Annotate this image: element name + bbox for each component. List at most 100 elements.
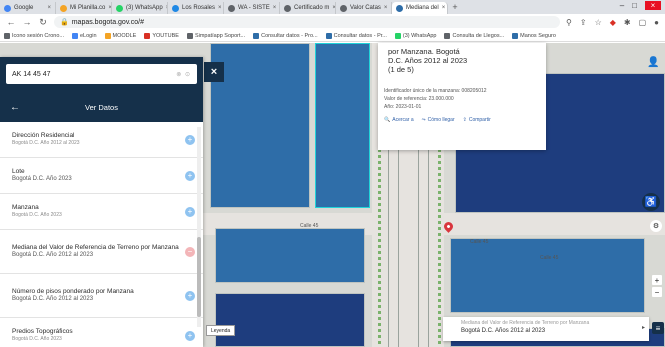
bookmark-item[interactable]: Icono sesión Crono... [4, 32, 64, 39]
tab-certificado[interactable]: Certificado m × [280, 2, 336, 14]
layer-item-lote[interactable]: Lote Bogotá D.C. Año 2023 + [0, 158, 203, 194]
active-layer-card[interactable]: Mediana del Valor de Referencia de Terre… [443, 317, 649, 341]
clear-search-icon[interactable]: ⊗ ⊙ [176, 71, 191, 78]
share-icon: ⇪ [462, 117, 467, 123]
url-input[interactable]: 🔒 mapas.bogota.gov.co/# [54, 16, 560, 28]
layer-item-direccion[interactable]: Dirección Residencial Bogotá D.C. Año 201… [0, 122, 203, 158]
layer-item-mediana[interactable]: Mediana del Valor de Referencia de Terre… [0, 230, 203, 274]
back-arrow-icon[interactable]: ← [6, 17, 16, 27]
tab-rosales[interactable]: Los Rosales × [168, 2, 224, 14]
profile-avatar-icon[interactable]: ● [654, 18, 659, 27]
user-profile-icon[interactable]: 👤 [647, 57, 661, 71]
layer-item-predios[interactable]: Predios Topográficos Bogotá D.C. Año 2023… [0, 318, 203, 347]
globe-favicon-icon [228, 4, 235, 12]
close-tab-icon[interactable]: × [442, 5, 446, 11]
map-block[interactable] [215, 293, 365, 347]
bookmark-item[interactable]: Consultar datos - Pro... [253, 32, 318, 39]
street-label: Calle 45 [540, 255, 559, 261]
forward-arrow-icon[interactable]: → [22, 17, 32, 27]
star-icon[interactable]: ☆ [595, 18, 602, 27]
bookmarks-bar: Icono sesión Crono... eLogin MOODLE YOUT… [0, 30, 665, 42]
close-panel-button[interactable]: × [204, 62, 224, 82]
search-header: AK 14 45 47 ⊗ ⊙ [0, 57, 203, 92]
bookmark-icon [394, 32, 401, 39]
bookmark-icon [186, 32, 193, 39]
extension-icon[interactable]: ◆ [610, 18, 616, 27]
add-layer-icon[interactable]: + [185, 330, 195, 341]
address-search-input[interactable]: AK 14 45 47 ⊗ ⊙ [6, 64, 197, 84]
data-panel: AK 14 45 47 ⊗ ⊙ ← Ver Datos Dirección Re… [0, 57, 203, 347]
tab-planilla[interactable]: Mi Planilla.co × [56, 2, 112, 14]
window-controls: – □ × [620, 1, 661, 10]
bookmark-item[interactable]: YOUTUBE [144, 32, 179, 39]
close-tab-icon[interactable]: × [47, 5, 51, 11]
maximize-icon[interactable]: □ [632, 1, 637, 10]
share-button[interactable]: ⇪ Compartir [463, 117, 491, 123]
window-close-icon[interactable]: × [645, 1, 661, 10]
chevron-right-icon[interactable]: ▸ [642, 324, 645, 331]
zoom-to-button[interactable]: 🔍 Acercar a [384, 117, 414, 123]
bookmark-item[interactable]: Simpatíapp Soport... [186, 32, 245, 39]
legend-button[interactable]: Leyenda [206, 325, 236, 336]
tab-google[interactable]: Google × [0, 2, 56, 14]
bookmark-item[interactable]: eLogin [71, 32, 97, 39]
map-block[interactable] [215, 228, 365, 283]
remove-layer-icon[interactable]: − [185, 246, 195, 257]
bookmark-item[interactable]: Manos Seguro [512, 32, 556, 39]
map-tools-icon[interactable]: ⚙ [650, 220, 662, 232]
map-block[interactable] [450, 238, 645, 313]
accessibility-icon[interactable]: ♿ [642, 193, 660, 211]
bookmark-item[interactable]: (3) WhatsApp [394, 32, 436, 39]
scrollbar-thumb[interactable] [197, 237, 201, 317]
layers-icon[interactable]: ≡ [652, 322, 664, 334]
address-bar: ← → ↻ 🔒 mapas.bogota.gov.co/# ⚲ ⇪ ☆ ◆ ✱ … [0, 14, 665, 30]
layer-item-pisos[interactable]: Número de pisos ponderado por Manzana Bog… [0, 274, 203, 318]
layer-item-manzana[interactable]: Manzana Bogotá D.C. Año 2023 + [0, 194, 203, 230]
puzzle-icon[interactable]: ✱ [624, 18, 631, 27]
selected-map-block[interactable] [315, 43, 370, 208]
popup-field-value: Valor de referencia: 23.000.000 [384, 96, 454, 102]
location-icon[interactable]: ⚲ [566, 18, 572, 27]
directions-icon: ⤳ [421, 117, 426, 123]
popup-field-identifier: Identificador único de la manzana: 00820… [384, 88, 487, 94]
tab-valor-catastral[interactable]: Valor Catas × [336, 2, 392, 14]
map-favicon-icon [396, 4, 403, 12]
back-arrow-icon[interactable]: ← [10, 102, 24, 113]
globe-favicon-icon [284, 4, 291, 12]
bookmark-icon [444, 32, 451, 39]
google-favicon-icon [4, 4, 11, 12]
toolbar-icons: ⚲ ⇪ ☆ ◆ ✱ ▢ ● [566, 18, 659, 27]
tab-mediana[interactable]: Mediana del × [392, 2, 448, 14]
lock-icon: 🔒 [60, 19, 69, 26]
sidepanel-icon[interactable]: ▢ [639, 18, 647, 27]
tree-row [438, 143, 441, 347]
street-label: Calle 45 [300, 223, 319, 229]
add-layer-icon[interactable]: + [185, 290, 195, 301]
map-block[interactable] [210, 43, 310, 208]
minimize-icon[interactable]: – [620, 1, 624, 10]
bookmark-item[interactable]: Consulta de Llegos... [444, 32, 504, 39]
close-tab-icon[interactable]: × [218, 5, 222, 11]
popup-title: por Manzana. Bogotá [388, 47, 460, 56]
planilla-favicon-icon [60, 4, 67, 12]
close-tab-icon[interactable]: × [273, 5, 277, 11]
bookmark-item[interactable]: MOODLE [104, 32, 136, 39]
close-tab-icon[interactable]: × [384, 5, 388, 11]
bookmark-item[interactable]: Consultar datos - Pr... [325, 32, 387, 39]
add-layer-icon[interactable]: + [185, 170, 195, 181]
globe-favicon-icon [340, 4, 347, 12]
panel-scrollbar[interactable] [197, 127, 201, 327]
bookmark-icon [253, 32, 260, 39]
tab-siste[interactable]: WA - SISTE × [224, 2, 280, 14]
reload-icon[interactable]: ↻ [38, 17, 48, 28]
tab-whatsapp[interactable]: (3) WhatsApp× [112, 2, 168, 14]
panel-header: ← Ver Datos [0, 92, 203, 122]
add-layer-icon[interactable]: + [185, 134, 195, 145]
zoom-out-icon[interactable]: − [652, 287, 662, 297]
zoom-in-icon[interactable]: + [652, 275, 662, 285]
directions-button[interactable]: ⤳ Cómo llegar [422, 117, 455, 123]
popup-page-indicator: (1 de 5) [388, 65, 414, 74]
new-tab-button[interactable]: + [448, 2, 462, 14]
add-layer-icon[interactable]: + [185, 206, 195, 217]
share-icon[interactable]: ⇪ [580, 18, 587, 27]
